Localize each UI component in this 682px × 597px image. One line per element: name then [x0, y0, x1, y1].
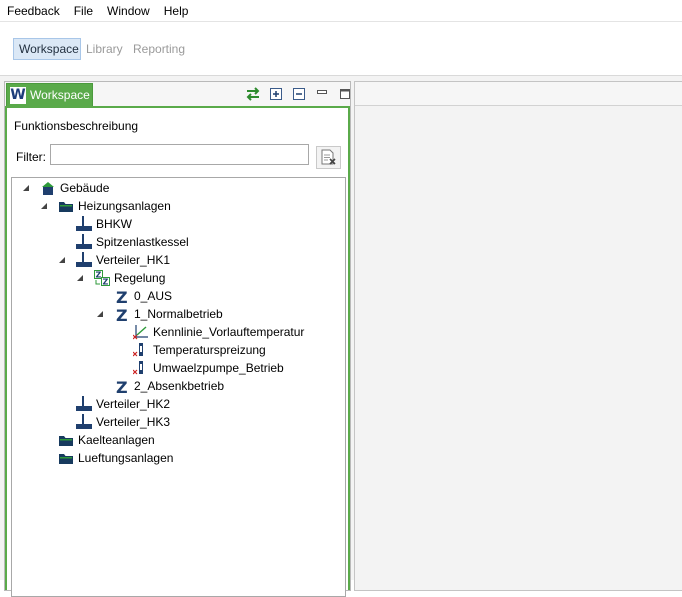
view-toolbar — [245, 85, 360, 103]
tree-node-kaelteanlagen[interactable]: Kaelteanlagen — [58, 431, 155, 449]
perspective-workspace[interactable]: Workspace — [13, 38, 81, 60]
tree-node-label: Kennlinie_Vorlauftemperatur — [153, 325, 305, 339]
svg-text:Z: Z — [116, 378, 128, 394]
tree-node-umwaelzpumpe-betrieb[interactable]: Umwaelzpumpe_Betrieb — [133, 359, 284, 377]
expanded-arrow-icon[interactable] — [58, 256, 66, 264]
maximize-icon[interactable] — [337, 86, 353, 102]
tree-node-label: 0_AUS — [134, 289, 173, 303]
tree-node-label: Spitzenlastkessel — [96, 235, 189, 249]
workspace-tab-icon: W — [10, 86, 26, 104]
component-icon — [76, 216, 92, 232]
menu-file[interactable]: File — [67, 0, 100, 22]
editor-tab-bar — [355, 82, 682, 106]
tree-node-label: Gebäude — [60, 181, 110, 195]
tree-node-label: BHKW — [96, 217, 132, 231]
menu-feedback[interactable]: Feedback — [0, 0, 67, 22]
tree-node-label: 1_Normalbetrieb — [134, 307, 223, 321]
tree-node-bhkw[interactable]: BHKW — [76, 215, 132, 233]
perspective-reporting[interactable]: Reporting — [128, 38, 190, 60]
parameter-icon — [133, 360, 149, 376]
tree-node-2-absenkbetrieb[interactable]: Z 2_Absenkbetrieb — [114, 377, 224, 395]
filter-input[interactable] — [50, 144, 309, 165]
tree-node-label: Heizungsanlagen — [78, 199, 171, 213]
tree-node-regelung[interactable]: Z Z Regelung — [76, 269, 165, 287]
tree-node-verteiler-hk3[interactable]: Verteiler_HK3 — [76, 413, 170, 431]
svg-text:Z: Z — [116, 288, 128, 304]
editor-area — [354, 81, 682, 591]
tree-node-kennlinie-vorlauftemperatur[interactable]: Kennlinie_Vorlauftemperatur — [133, 323, 304, 341]
state-icon: Z — [114, 306, 130, 322]
tree-node-lueftungsanlagen[interactable]: Lueftungsanlagen — [58, 449, 173, 467]
expanded-arrow-icon[interactable] — [40, 202, 48, 210]
state-icon: Z — [114, 288, 130, 304]
expanded-arrow-icon[interactable] — [96, 310, 104, 318]
tree-node-label: Temperaturspreizung — [153, 343, 266, 357]
control-icon: Z Z — [94, 270, 110, 286]
view-tab-bar: W Workspace — [5, 82, 350, 106]
function-tree: Gebäude Heizungsanlagen BHKW Spitzenlast… — [11, 177, 346, 597]
component-icon — [76, 396, 92, 412]
expand-all-icon[interactable] — [268, 86, 284, 102]
state-icon: Z — [114, 378, 130, 394]
folder-icon — [58, 198, 74, 214]
workspace-tab-label: Workspace — [30, 88, 90, 102]
tree-node-1-normalbetrieb[interactable]: Z 1_Normalbetrieb — [96, 305, 223, 323]
tree-node-heizungsanlagen[interactable]: Heizungsanlagen — [40, 197, 171, 215]
tree-node-verteiler-hk1[interactable]: Verteiler_HK1 — [58, 251, 170, 269]
menu-help[interactable]: Help — [157, 0, 196, 22]
view-title: Funktionsbeschreibung — [14, 119, 139, 133]
tree-node-label: Regelung — [114, 271, 166, 285]
svg-text:Z: Z — [116, 306, 128, 322]
view-body: Funktionsbeschreibung Filter: Gebäude He… — [5, 106, 350, 597]
component-icon — [76, 234, 92, 250]
tree-node-label: Verteiler_HK2 — [96, 397, 171, 411]
component-icon — [76, 252, 92, 268]
svg-text:Z: Z — [96, 271, 102, 280]
tree-node-label: Verteiler_HK3 — [96, 415, 171, 429]
tree-node-0-aus[interactable]: Z 0_AUS — [114, 287, 172, 305]
curve-icon — [133, 324, 149, 340]
clear-filter-button[interactable] — [316, 146, 341, 169]
collapse-all-icon[interactable] — [291, 86, 307, 102]
tree-node-verteiler-hk2[interactable]: Verteiler_HK2 — [76, 395, 170, 413]
folder-icon — [58, 432, 74, 448]
filter-label: Filter: — [16, 150, 46, 164]
building-icon — [40, 180, 56, 196]
menu-bar: Feedback File Window Help — [0, 0, 682, 22]
svg-text:Z: Z — [103, 278, 109, 287]
tree-node-gebaeude[interactable]: Gebäude — [22, 179, 109, 197]
perspective-library[interactable]: Library — [81, 38, 128, 60]
tree-node-label: Lueftungsanlagen — [78, 451, 174, 465]
workspace-view: W Workspace Funktionsbeschreibung Filter… — [4, 81, 351, 597]
clear-filter-icon — [321, 149, 336, 165]
tree-node-label: Umwaelzpumpe_Betrieb — [153, 361, 284, 375]
tree-node-label: Verteiler_HK1 — [96, 253, 171, 267]
expanded-arrow-icon[interactable] — [22, 184, 30, 192]
workspace-tab[interactable]: W Workspace — [6, 83, 93, 106]
expanded-arrow-icon[interactable] — [76, 274, 84, 282]
workbench: W Workspace Funktionsbeschreibung Filter… — [0, 76, 682, 597]
minimize-icon[interactable] — [314, 86, 330, 102]
tree-node-temperaturspreizung[interactable]: Temperaturspreizung — [133, 341, 266, 359]
folder-icon — [58, 450, 74, 466]
tree-node-label: Kaelteanlagen — [78, 433, 155, 447]
tree-node-label: 2_Absenkbetrieb — [134, 379, 225, 393]
tree-node-spitzenlastkessel[interactable]: Spitzenlastkessel — [76, 233, 189, 251]
parameter-icon — [133, 342, 149, 358]
perspective-bar: Workspace Library Reporting — [0, 22, 682, 76]
sync-icon[interactable] — [245, 86, 261, 102]
component-icon — [76, 414, 92, 430]
menu-window[interactable]: Window — [100, 0, 157, 22]
